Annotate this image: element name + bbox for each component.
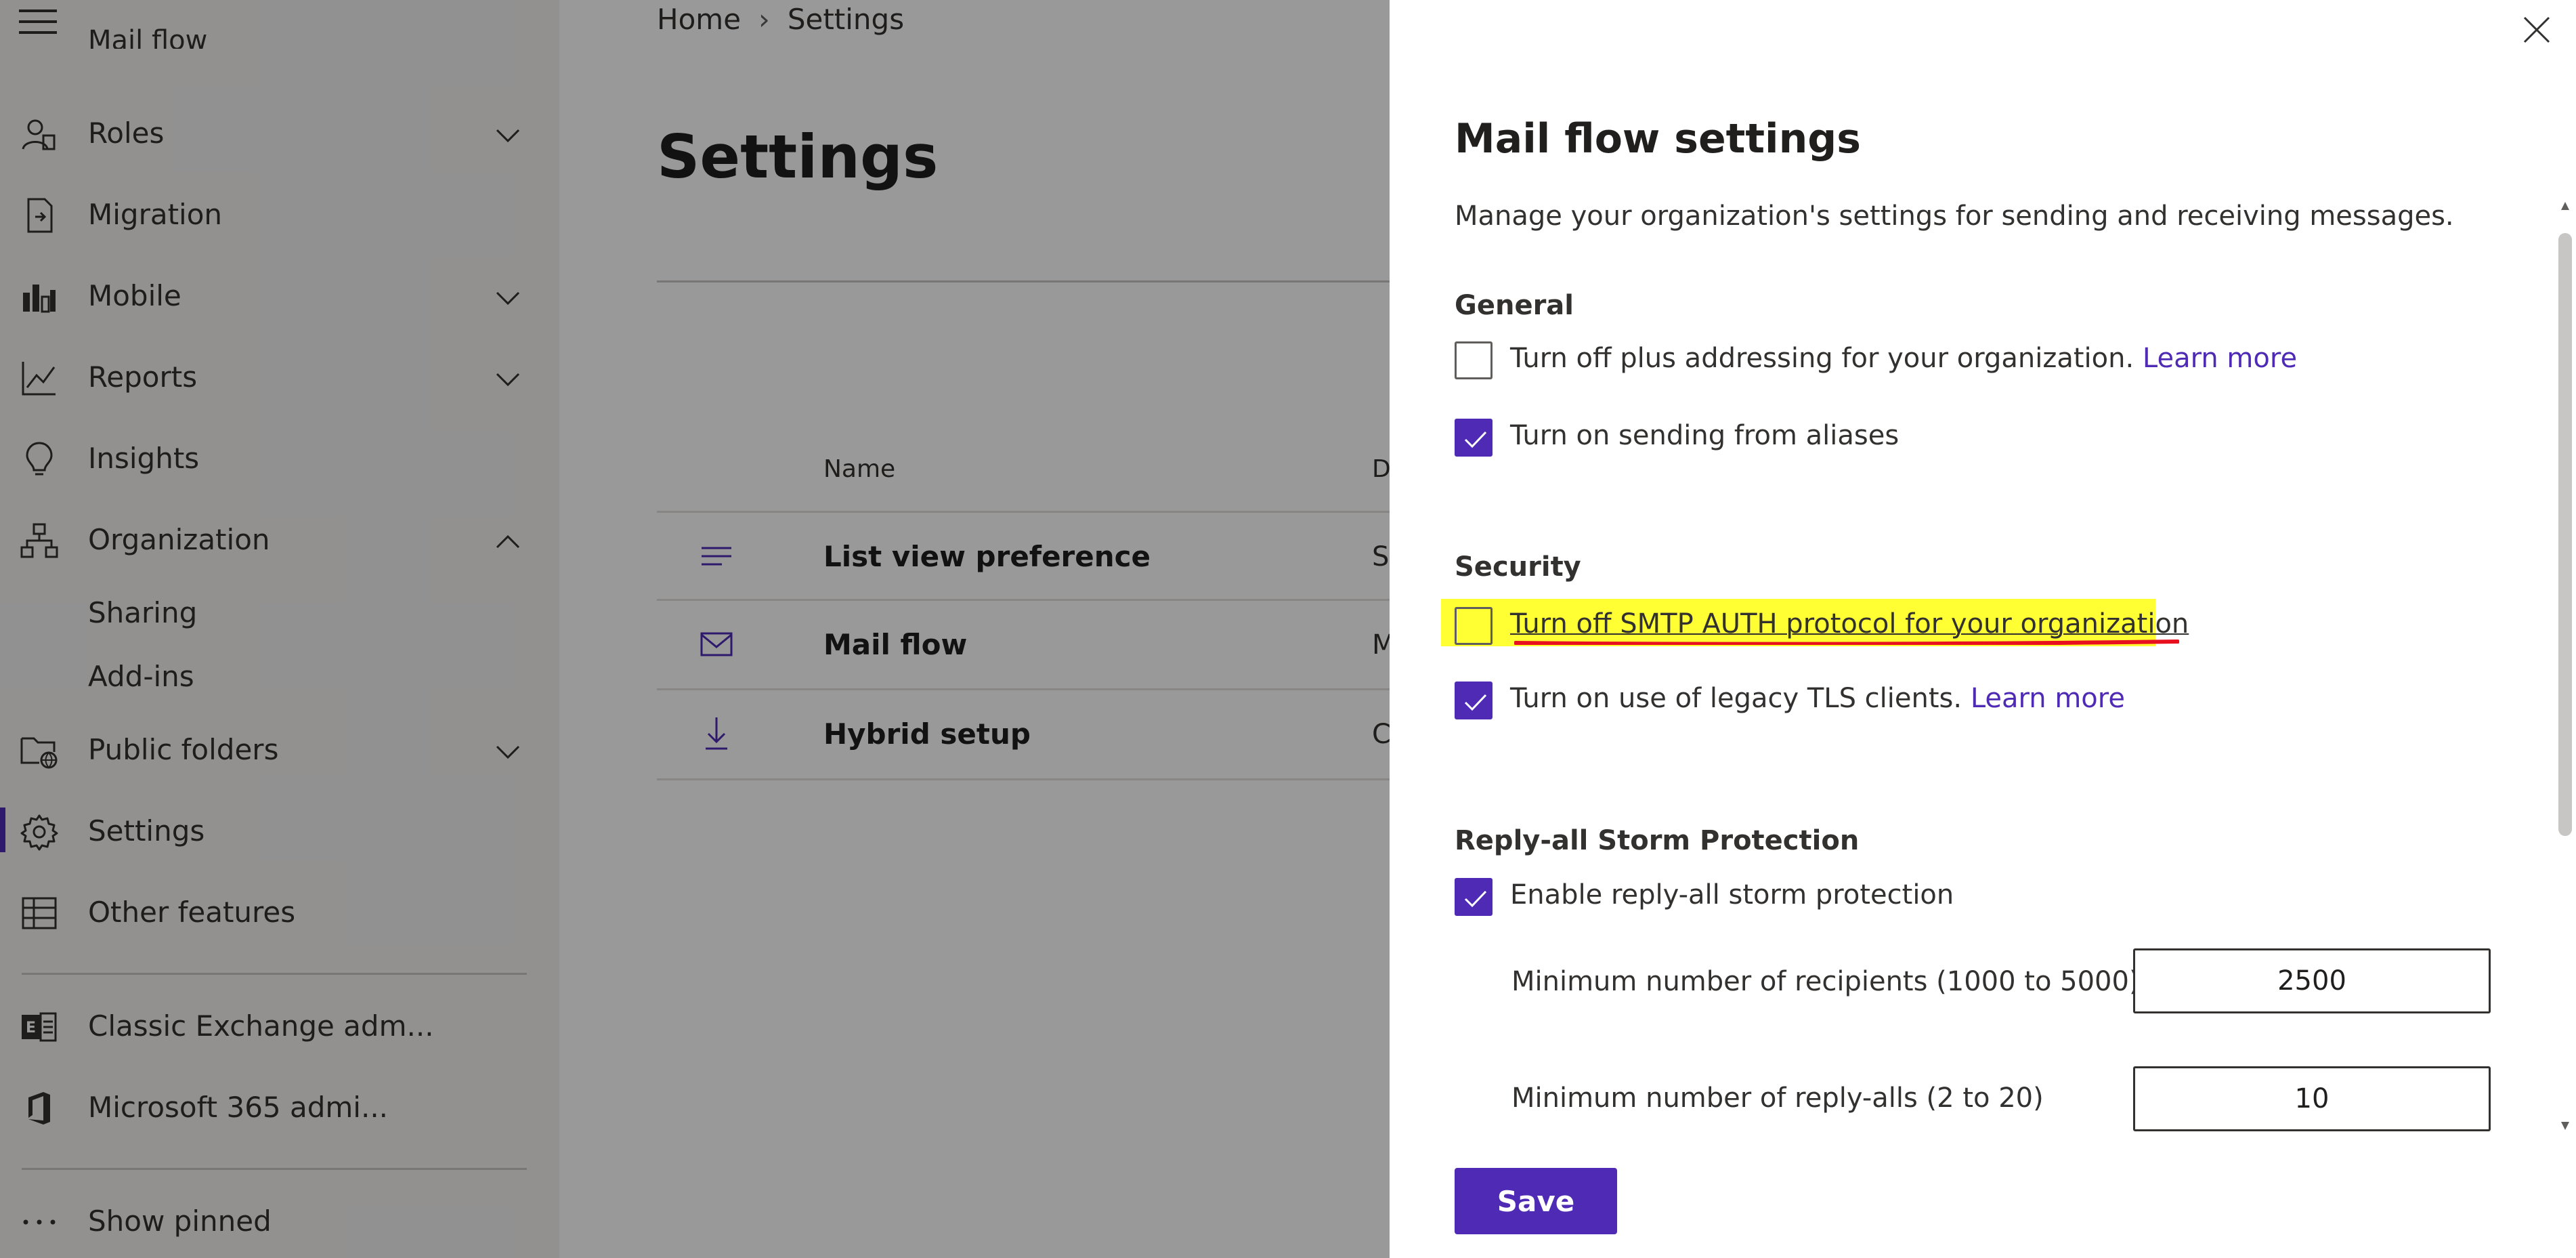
legacy-tls-learn-more-link[interactable]: Learn more [1971,683,2125,714]
app-root: Mail flow Roles Migration Mobile Reports… [0,0,2576,1258]
min-reply-alls-label: Minimum number of reply-alls (2 to 20) [1511,1083,2044,1114]
legacy-tls-checkbox[interactable] [1455,682,1493,719]
min-recipients-label: Minimum number of recipients (1000 to 50… [1511,966,2140,997]
send-from-aliases-checkbox[interactable] [1455,419,1493,457]
reply-all-storm-checkbox[interactable] [1455,878,1493,916]
section-heading-reply-all: Reply-all Storm Protection [1455,825,1860,856]
legacy-tls-label-wrap: Turn on use of legacy TLS clients. Learn… [1510,683,2125,714]
smtp-auth-checkbox[interactable] [1455,607,1493,645]
save-button[interactable]: Save [1455,1168,1617,1234]
section-heading-general: General [1455,290,1574,321]
close-icon[interactable] [2520,14,2553,46]
plus-addressing-checkbox[interactable] [1455,341,1493,379]
panel-title: Mail flow settings [1455,115,1861,163]
send-from-aliases-label: Turn on sending from aliases [1510,420,1899,451]
panel-description: Manage your organization's settings for … [1455,201,2454,232]
mail-flow-settings-panel: Mail flow settings Manage your organizat… [1390,0,2576,1258]
min-reply-alls-input[interactable] [2133,1066,2491,1131]
legacy-tls-label: Turn on use of legacy TLS clients. [1510,683,1962,714]
plus-addressing-learn-more-link[interactable]: Learn more [2143,343,2297,374]
red-underline-annotation [1514,640,2179,645]
plus-addressing-label: Turn off plus addressing for your organi… [1510,343,2134,374]
reply-all-storm-label: Enable reply-all storm protection [1510,879,1954,910]
checkmark-icon [1464,694,1487,711]
checkmark-icon [1464,431,1487,448]
modal-overlay[interactable] [0,0,1390,1258]
checkmark-icon [1464,890,1487,908]
smtp-auth-label: Turn off SMTP AUTH protocol for your org… [1510,608,2189,640]
section-heading-security: Security [1455,551,1581,583]
min-recipients-input[interactable] [2133,948,2491,1013]
scrollbar-thumb[interactable] [2558,233,2572,836]
plus-addressing-label-wrap: Turn off plus addressing for your organi… [1510,343,2297,374]
